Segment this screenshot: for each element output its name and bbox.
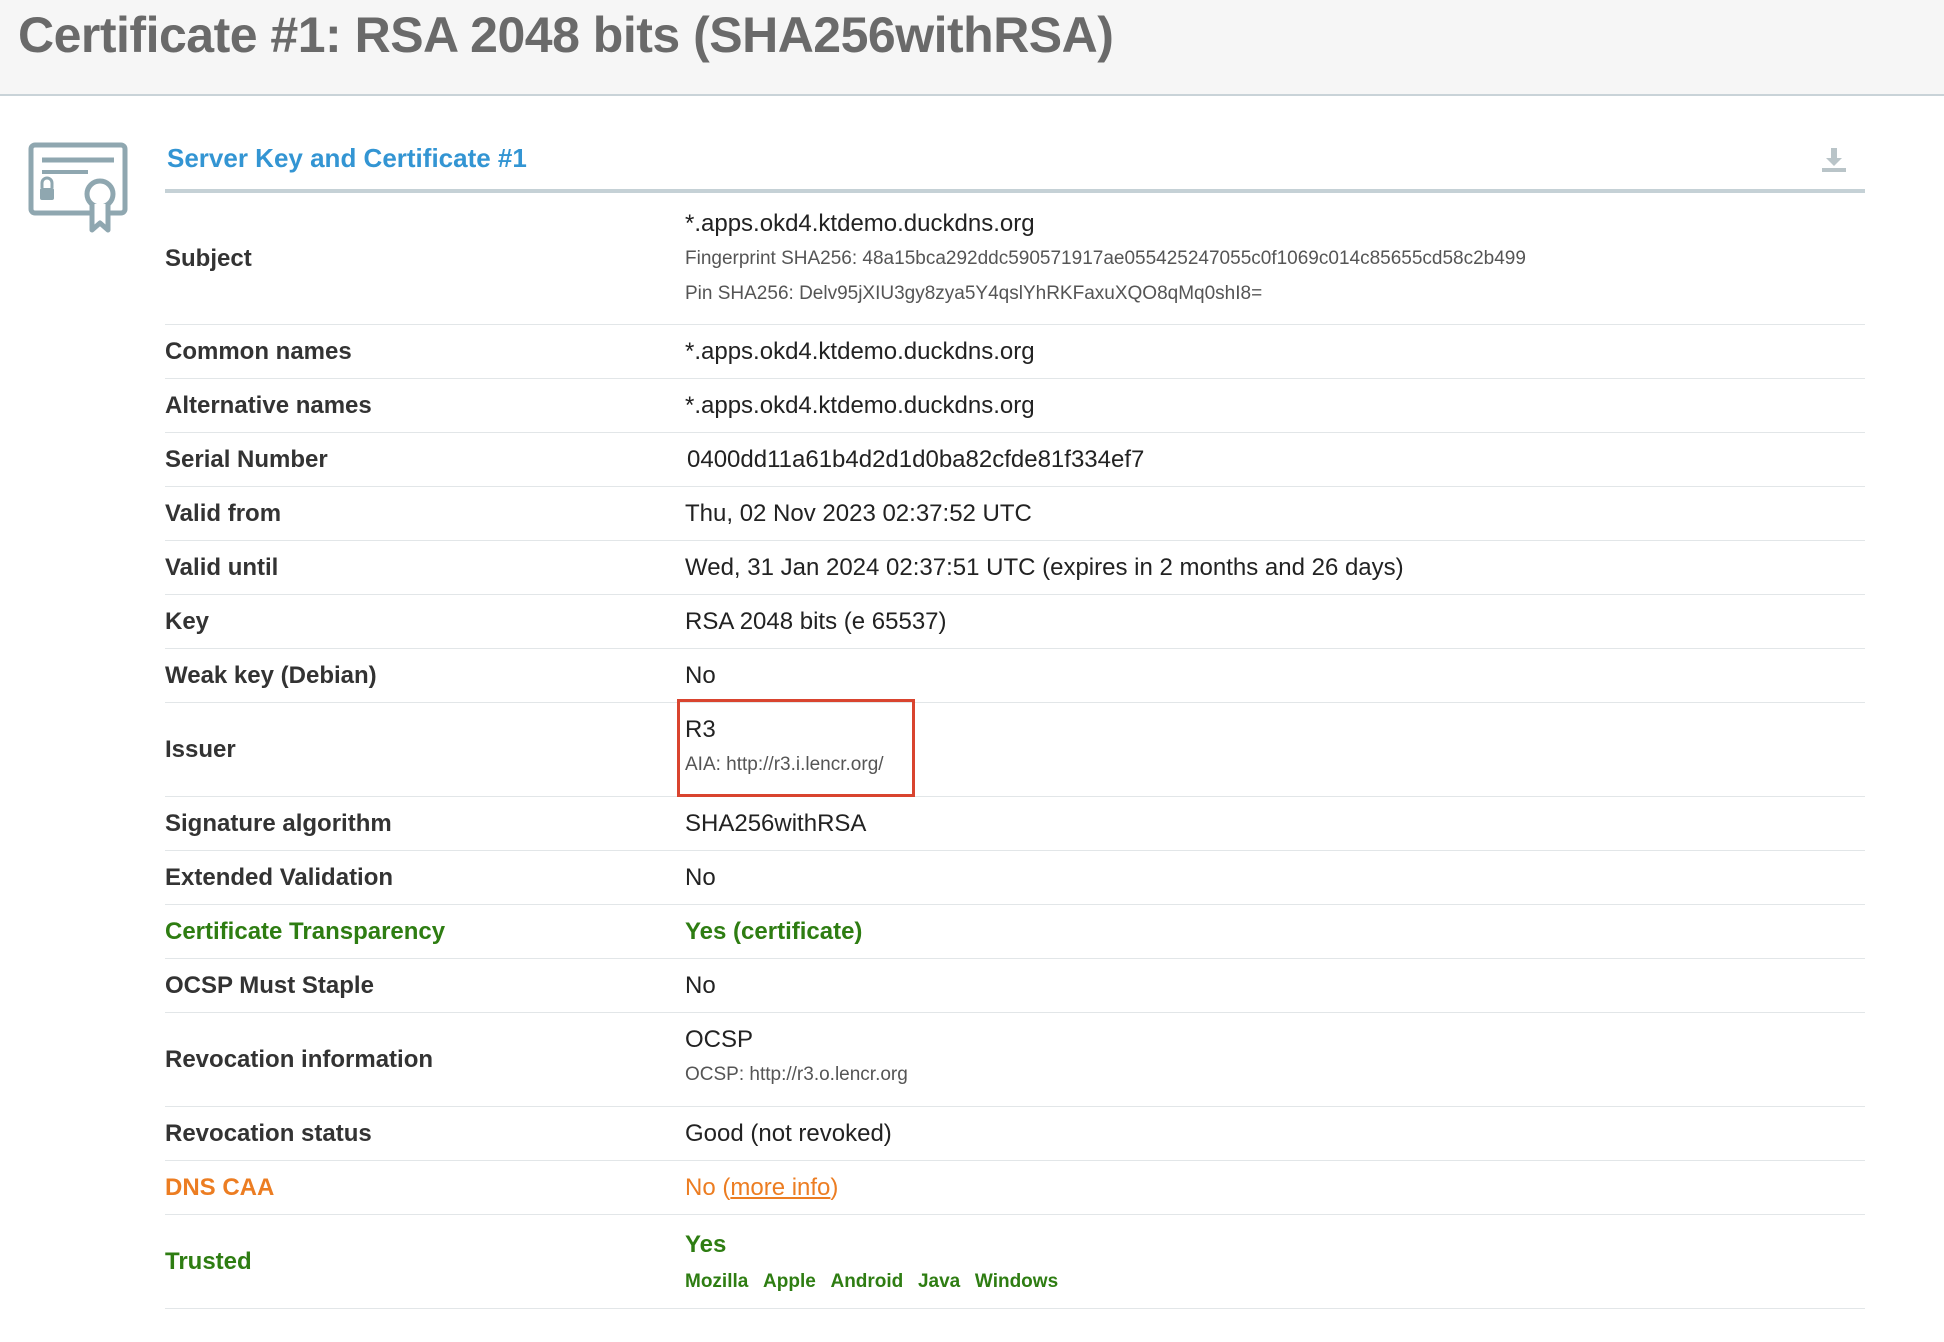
- trust-store-apple[interactable]: Apple: [763, 1271, 816, 1292]
- label-issuer: Issuer: [165, 735, 236, 763]
- trust-store-java[interactable]: Java: [918, 1271, 960, 1292]
- value-signature-algorithm: SHA256withRSA: [685, 809, 867, 837]
- value-subject: *.apps.okd4.ktdemo.duckdns.org Fingerpri…: [685, 209, 1526, 309]
- download-icon[interactable]: [1821, 147, 1847, 173]
- label-alternative-names: Alternative names: [165, 391, 372, 419]
- row-signature-algorithm: Signature algorithm SHA256withRSA: [165, 797, 1865, 851]
- revocation-ocsp-url: OCSP: http://r3.o.lencr.org: [685, 1063, 908, 1085]
- row-weak-key: Weak key (Debian) No: [165, 649, 1865, 703]
- dns-caa-status: No: [685, 1173, 716, 1201]
- label-revocation-status: Revocation status: [165, 1119, 372, 1147]
- row-subject: Subject *.apps.okd4.ktdemo.duckdns.org F…: [165, 193, 1865, 325]
- trust-store-list: Mozilla Apple Android Java Windows: [685, 1266, 1066, 1294]
- label-weak-key: Weak key (Debian): [165, 661, 377, 689]
- value-valid-from: Thu, 02 Nov 2023 02:37:52 UTC: [685, 499, 1032, 527]
- revocation-method: OCSP: [685, 1025, 754, 1053]
- label-certificate-transparency: Certificate Transparency: [165, 917, 446, 945]
- trusted-status: Yes: [685, 1230, 727, 1258]
- row-valid-from: Valid from Thu, 02 Nov 2023 02:37:52 UTC: [165, 487, 1865, 541]
- label-extended-validation: Extended Validation: [165, 863, 394, 891]
- row-revocation-status: Revocation status Good (not revoked): [165, 1107, 1865, 1161]
- section-header: Server Key and Certificate #1: [165, 135, 1865, 193]
- row-issuer: Issuer R3 AIA: http://r3.i.lencr.org/: [165, 703, 1865, 797]
- value-trusted: Yes Mozilla Apple Android Java Windows: [685, 1230, 1066, 1294]
- row-trusted: Trusted Yes Mozilla Apple Android Java W…: [165, 1215, 1865, 1309]
- value-key: RSA 2048 bits (e 65537): [685, 607, 947, 635]
- value-certificate-transparency: Yes (certificate): [685, 917, 863, 945]
- row-alternative-names: Alternative names *.apps.okd4.ktdemo.duc…: [165, 379, 1865, 433]
- issuer-highlight-box: [677, 699, 915, 797]
- label-key: Key: [165, 607, 210, 635]
- value-weak-key: No: [685, 661, 716, 689]
- value-serial-number: 0400dd11a61b4d2d1d0ba82cfde81f334ef7: [687, 445, 1145, 473]
- value-common-names: *.apps.okd4.ktdemo.duckdns.org: [685, 337, 1035, 365]
- label-signature-algorithm: Signature algorithm: [165, 809, 392, 837]
- dns-caa-paren-close: ): [830, 1173, 839, 1201]
- subject-pin: Pin SHA256: Delv95jXIU3gy8zya5Y4qslYhRKF…: [685, 282, 1263, 304]
- label-serial-number: Serial Number: [165, 445, 328, 473]
- value-extended-validation: No: [685, 863, 716, 891]
- label-trusted: Trusted: [165, 1247, 252, 1275]
- label-revocation-information: Revocation information: [165, 1045, 434, 1073]
- value-valid-until: Wed, 31 Jan 2024 02:37:51 UTC (expires i…: [685, 553, 1404, 581]
- row-extended-validation: Extended Validation No: [165, 851, 1865, 905]
- trust-store-mozilla[interactable]: Mozilla: [685, 1271, 748, 1292]
- label-valid-until: Valid until: [165, 553, 279, 581]
- row-revocation-information: Revocation information OCSP OCSP: http:/…: [165, 1013, 1865, 1107]
- certificate-icon: [28, 142, 128, 233]
- page-header: Certificate #1: RSA 2048 bits (SHA256wit…: [0, 0, 1944, 96]
- value-alternative-names: *.apps.okd4.ktdemo.duckdns.org: [685, 391, 1035, 419]
- label-dns-caa: DNS CAA: [165, 1173, 275, 1201]
- value-revocation-status: Good (not revoked): [685, 1119, 892, 1147]
- label-ocsp-must-staple: OCSP Must Staple: [165, 971, 374, 999]
- row-ocsp-must-staple: OCSP Must Staple No: [165, 959, 1865, 1013]
- row-common-names: Common names *.apps.okd4.ktdemo.duckdns.…: [165, 325, 1865, 379]
- label-valid-from: Valid from: [165, 499, 282, 527]
- value-revocation-information: OCSP OCSP: http://r3.o.lencr.org: [685, 1025, 908, 1095]
- trust-store-android[interactable]: Android: [830, 1271, 903, 1292]
- row-serial-number: Serial Number 0400dd11a61b4d2d1d0ba82cfd…: [165, 433, 1865, 487]
- row-dns-caa: DNS CAA No (more info): [165, 1161, 1865, 1215]
- value-dns-caa: No (more info): [685, 1174, 838, 1202]
- certificate-details-table: Subject *.apps.okd4.ktdemo.duckdns.org F…: [165, 193, 1865, 1309]
- label-subject: Subject: [165, 244, 252, 272]
- row-key: Key RSA 2048 bits (e 65537): [165, 595, 1865, 649]
- subject-fingerprint: Fingerprint SHA256: 48a15bca292ddc590571…: [685, 247, 1526, 269]
- row-certificate-transparency: Certificate Transparency Yes (certificat…: [165, 905, 1865, 959]
- section-title: Server Key and Certificate #1: [167, 143, 527, 173]
- subject-name: *.apps.okd4.ktdemo.duckdns.org: [685, 209, 1035, 237]
- row-valid-until: Valid until Wed, 31 Jan 2024 02:37:51 UT…: [165, 541, 1865, 595]
- more-info-link[interactable]: more info: [730, 1174, 830, 1201]
- value-ocsp-must-staple: No: [685, 971, 716, 999]
- page-title: Certificate #1: RSA 2048 bits (SHA256wit…: [18, 7, 1114, 63]
- label-common-names: Common names: [165, 337, 352, 365]
- trust-store-windows[interactable]: Windows: [975, 1271, 1058, 1292]
